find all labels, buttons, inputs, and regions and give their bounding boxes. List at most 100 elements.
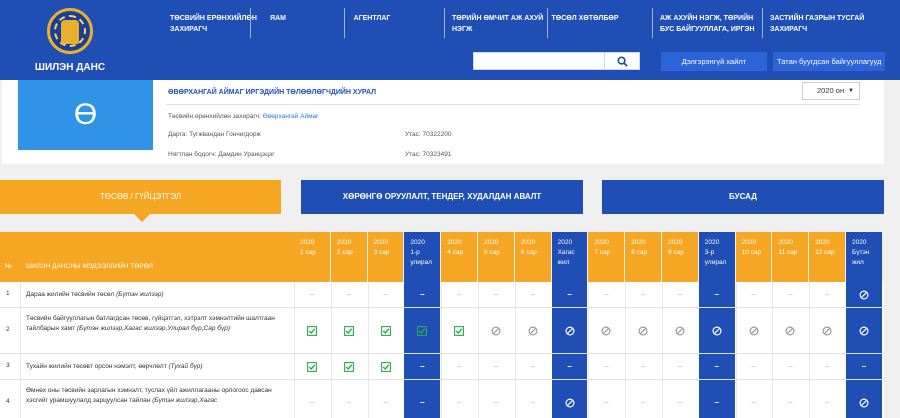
empty-dash: – [493,362,499,371]
table-header-period[interactable]: 2020 7 сар [588,232,625,282]
row-label-text: Тухайн жилийн төсөвт орсон нэмэлт, өөрчл… [26,363,167,370]
table-header-period[interactable]: 2020 Бүтэн жил [846,232,882,282]
table-header-period[interactable]: 2020 8 сар [625,232,661,282]
table-header-text: 2020 [447,239,462,246]
table-header-period[interactable]: 2020 3-р улирал [698,232,735,282]
column-divider [441,282,443,307]
search-input[interactable] [473,52,605,70]
column-divider [478,354,479,379]
budget-manager-link[interactable]: Өвөрхангай Аймаг [263,113,319,120]
empty-dash: – [751,290,756,299]
row-label-text: Өмнөх оны төсвийн зарлагын хэмнэлт, тусл… [26,387,272,404]
table-header-period[interactable]: 2020 2 сар [330,232,367,282]
table-header-text: Хагас [557,249,575,256]
check-icon[interactable] [339,326,359,339]
empty-dash: – [640,398,646,407]
table-header-text: 10 сар [741,249,762,256]
empty-dash: – [420,362,425,371]
table-header-period[interactable]: 2020 5 сар [478,232,514,282]
column-divider [662,380,663,418]
column-divider [330,380,332,418]
organization-name[interactable]: ӨВӨРХАНГАЙ АЙМАГ ИРГЭДИЙН ТӨЛӨӨЛӨГЧДИЙН … [168,89,376,96]
check-icon[interactable] [376,362,396,375]
check-icon[interactable] [339,362,359,375]
column-divider [294,380,295,418]
check-icon[interactable] [376,326,396,339]
empty-dash: – [346,290,352,299]
empty-dash: – [677,290,683,299]
year-select[interactable]: 2020 он ▼ [802,82,860,100]
check-icon[interactable] [302,362,322,375]
advanced-search-button[interactable]: Дэлгэрэнгүй хайлт [661,52,767,71]
table-header-period[interactable]: 2020 10 сар [735,232,772,282]
head-name: Дарга: Тугжвандан Гончигдорж [168,131,261,138]
budget-manager-line: Төсвийн ерөнхийлөн захирагч: Өвөрхангай … [168,113,319,120]
empty-dash: – [714,362,720,371]
empty-dash: – [788,398,793,407]
empty-dash: – [677,362,683,371]
column-divider [625,354,627,379]
nav-item-line1: ТӨСӨЛ ХӨТӨЛБӨР [551,15,619,22]
blocked-icon [560,326,580,339]
table-header-period[interactable]: 2020 12 сар [809,232,845,282]
column-divider [809,354,811,379]
blocked-icon [633,326,653,339]
blocked-icon [780,326,800,339]
budget-manager-label: Төсвийн ерөнхийлөн захирагч: [168,113,261,120]
blocked-icon [486,326,506,339]
blocked-icon [596,326,616,339]
nav-item-4[interactable]: ТӨРИЙН ӨМЧИТ АЖ АХУЙ НЭГЖ [452,0,547,48]
row-label-frequency: (Бүтэн жилээр,Хагас [152,397,218,404]
table-header-period[interactable]: 2020 1 сар [294,232,330,282]
nav-item-3[interactable]: АГЕНТЛАГ [332,0,412,48]
nav-item-line2: НЭГЖ [452,26,473,33]
column-divider [588,354,590,379]
table-header-text: 2020 [373,239,389,246]
table-header-type: ШИЛЭН ДАНСНЫ МЭДЭЭЛЛИЙН ТӨРӨЛ [20,232,294,282]
table-header-period[interactable]: 2020 1-р улирал [404,232,441,282]
column-divider [330,308,332,353]
column-divider [20,354,21,379]
column-divider [514,354,516,379]
empty-dash: – [714,398,720,407]
table-header-period[interactable]: 2020 Хагас жил [551,232,588,282]
column-divider [20,380,21,418]
search-button[interactable] [605,52,640,70]
tab-procurement[interactable]: ХӨРӨНГӨ ОРУУЛАЛТ, ТЕНДЕР, ХУДАЛДАН АВАЛТ [301,180,583,214]
table-header-period[interactable]: 2020 6 сар [514,232,551,282]
nav-separator [652,8,653,38]
check-icon[interactable] [302,326,322,339]
table-header-period[interactable]: 2020 3 сар [367,232,404,282]
column-divider [772,380,774,418]
table-header-period[interactable]: 2020 9 сар [662,232,698,282]
column-divider [330,282,332,307]
check-icon[interactable] [449,326,469,339]
column-divider [735,380,737,418]
nav-item-5[interactable]: ТӨСӨЛ ХӨТӨЛБӨР [535,0,635,48]
table-header-text: 2020 [741,239,757,246]
nav-item-6[interactable]: АЖ АХУЙН НЭГЖ, ТӨРИЙН БУС БАЙГУУЛЛАГА, ИР… [660,0,765,48]
empty-dash: – [640,290,646,299]
column-divider [735,282,737,307]
tab-other[interactable]: БУСАД [602,180,884,214]
check-icon[interactable] [412,326,432,339]
row-label-frequency: (Тухай бүр) [168,363,203,370]
table-header-period[interactable]: 2020 11 сар [772,232,809,282]
table-header-text: 3 сар [373,249,390,256]
site-logo[interactable]: ШИЛЭН ДАНС [0,0,150,80]
empty-dash: – [861,362,867,371]
empty-dash: – [493,290,499,299]
column-divider [588,380,590,418]
liquidated-orgs-button[interactable]: Татан буугдсан байгууллагууд [773,52,885,71]
empty-dash: – [420,398,425,407]
empty-dash: – [640,362,646,371]
tab-budget[interactable]: ТӨСӨВ / ГҮЙЦЭТГЭЛ [0,180,281,222]
table-header-text: жил [557,259,570,266]
tab-budget-label: ТӨСӨВ / ГҮЙЦЭТГЭЛ [99,192,182,201]
column-divider [772,354,774,379]
table-header-period[interactable]: 2020 4 сар [441,232,477,282]
nav-separator [444,8,445,38]
nav-item-2[interactable]: ЯАМ [238,0,318,48]
empty-dash: – [604,290,609,299]
nav-item-7[interactable]: ЗАСТИЙН ГАЗРЫН ТУСГАЙ ЗАХИРАГЧ [770,0,885,48]
